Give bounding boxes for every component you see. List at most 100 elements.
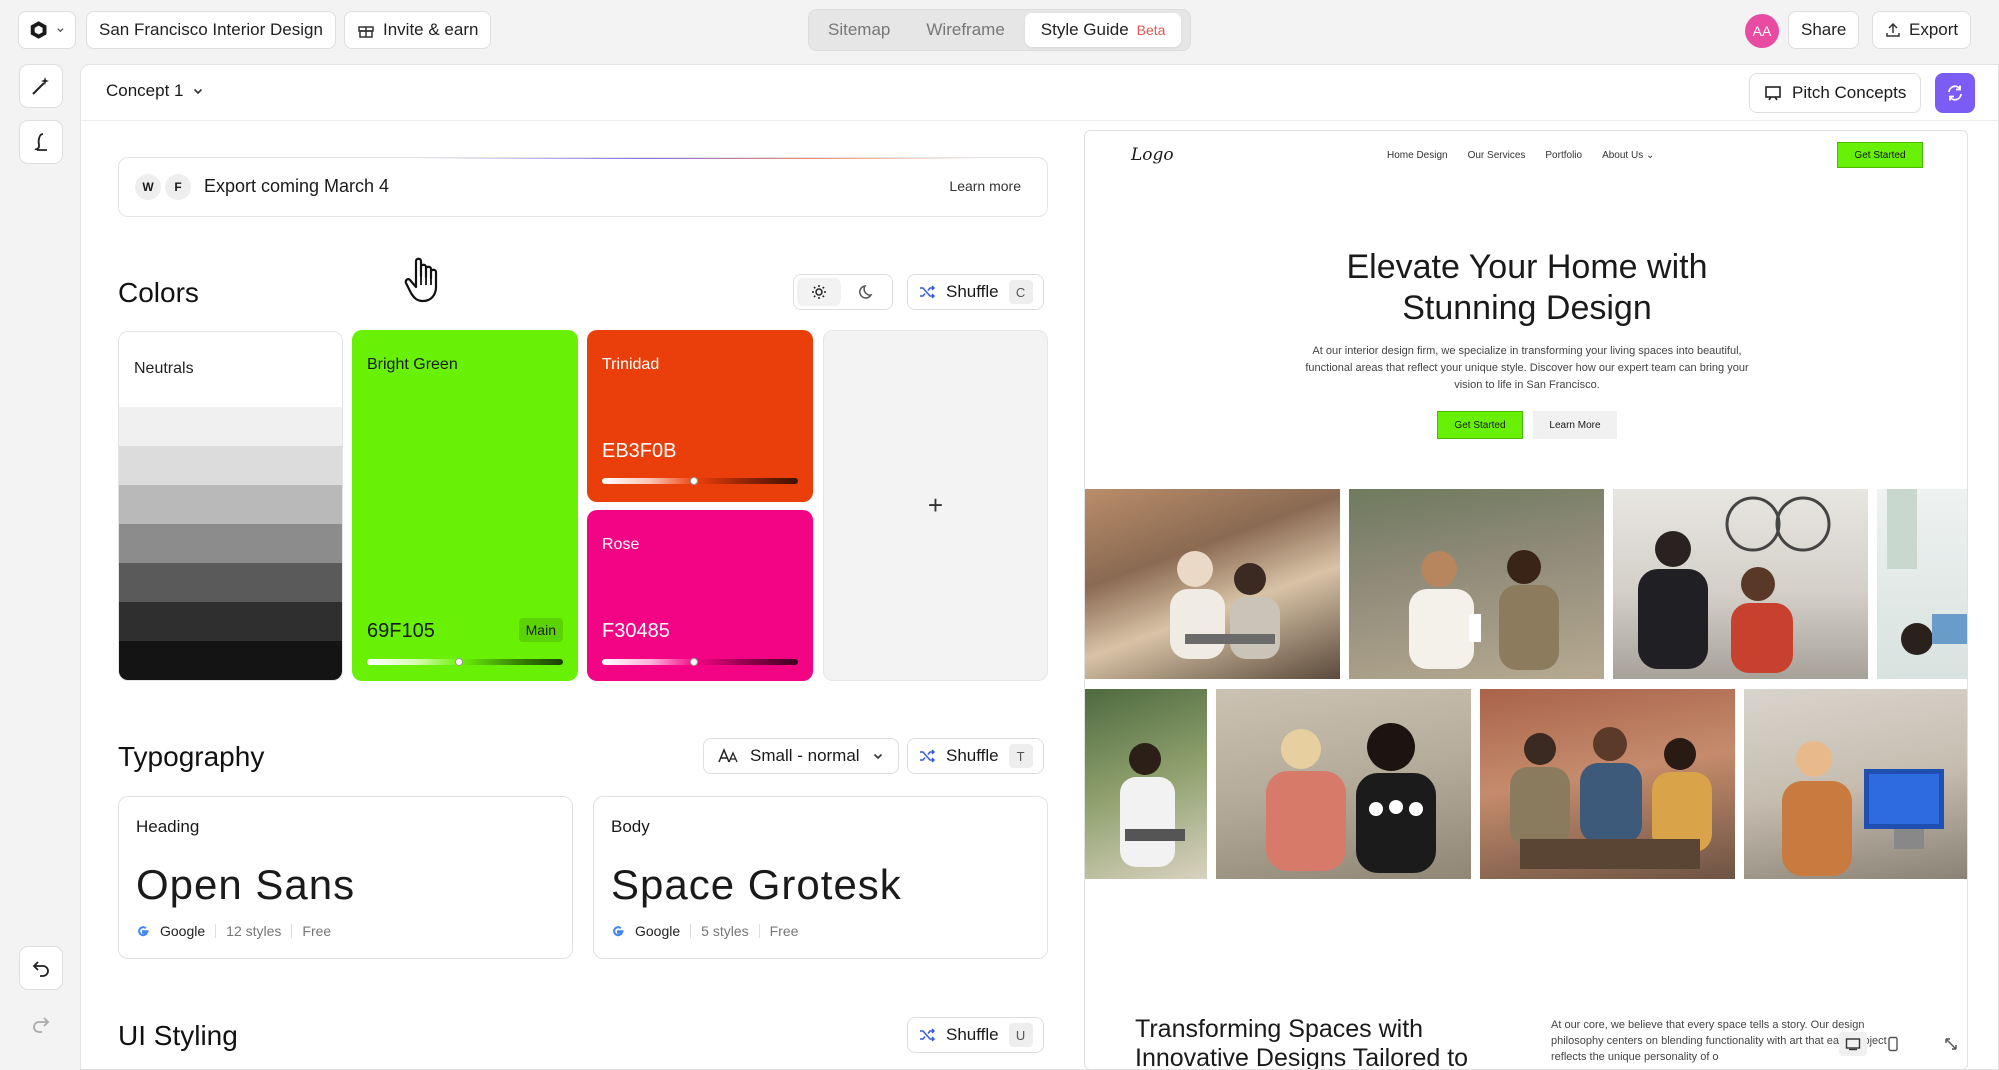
chevron-down-icon <box>193 88 202 95</box>
mobile-icon <box>1888 1036 1898 1052</box>
preview-nav-item[interactable]: Home Design <box>1387 150 1448 161</box>
google-icon <box>613 926 624 937</box>
figma-icon: F <box>165 174 191 200</box>
shuffle-label: Shuffle <box>946 746 999 765</box>
moon-icon <box>859 285 873 299</box>
invite-button[interactable]: Invite & earn <box>344 11 492 49</box>
photo-people-illustration <box>1120 743 1185 867</box>
typography-tool-button[interactable] <box>19 120 63 164</box>
project-name-button[interactable]: San Francisco Interior Design <box>86 11 336 49</box>
tab-style-guide[interactable]: Style Guide Beta <box>1024 13 1182 47</box>
tab-wireframe[interactable]: Wireframe <box>910 13 1020 47</box>
neutral-shade[interactable] <box>119 641 342 680</box>
typography-title: Typography <box>118 741 265 772</box>
mobile-view-button[interactable] <box>1879 1032 1907 1056</box>
font-size-dropdown[interactable]: Small - normal <box>703 738 899 774</box>
preview-nav-item[interactable]: Our Services <box>1468 150 1526 161</box>
neutral-shade[interactable] <box>119 602 342 641</box>
preview-photo <box>1085 689 1207 879</box>
shade-slider[interactable] <box>367 658 563 666</box>
pitch-label: Pitch Concepts <box>1792 83 1907 102</box>
presentation-icon <box>1765 86 1781 101</box>
slider-handle[interactable] <box>455 658 464 666</box>
share-label: Share <box>1801 20 1847 39</box>
tab-label: Wireframe <box>926 20 1005 39</box>
font-name: Space Grotesk <box>611 861 902 908</box>
colors-shuffle-button[interactable]: Shuffle C <box>907 274 1044 310</box>
shuffle-icon <box>920 1028 936 1042</box>
divider <box>758 924 760 938</box>
dark-mode-button[interactable] <box>845 278 889 306</box>
divider <box>291 924 293 938</box>
gift-icon <box>358 26 374 38</box>
view-switcher: Sitemap Wireframe Style Guide Beta <box>808 9 1191 51</box>
learn-more-link[interactable]: Learn more <box>949 178 1021 194</box>
shade-slider[interactable] <box>602 477 798 485</box>
avatar[interactable]: AA <box>1745 14 1779 48</box>
neutral-shade[interactable] <box>119 446 342 485</box>
neutral-shade[interactable] <box>119 524 342 563</box>
desktop-view-button[interactable] <box>1839 1032 1867 1056</box>
neutrals-card[interactable]: Neutrals <box>118 331 343 681</box>
ui-styling-shuffle-button[interactable]: Shuffle U <box>907 1017 1044 1053</box>
preview-hero-subtext: At our interior design firm, we speciali… <box>1305 345 1749 391</box>
colors-title: Colors <box>118 277 199 308</box>
refresh-icon <box>1948 85 1962 101</box>
export-button[interactable]: Export <box>1872 11 1972 49</box>
shuffle-icon <box>920 749 936 763</box>
slider-handle[interactable] <box>690 658 699 666</box>
shortcut-key: T <box>1008 744 1033 768</box>
neutral-shade[interactable] <box>119 485 342 524</box>
neutral-shade[interactable] <box>119 563 342 602</box>
preview-nav: Home Design Our Services Portfolio About… <box>1387 150 1654 161</box>
top-bar: San Francisco Interior Design Invite & e… <box>0 0 1999 60</box>
body-font-card[interactable]: Body Space Grotesk Google 5 styles Free <box>593 796 1048 959</box>
light-mode-button[interactable] <box>797 278 841 306</box>
card-hex: 69F105 <box>367 620 435 642</box>
tab-label: Style Guide <box>1040 20 1129 39</box>
regenerate-button[interactable] <box>1935 73 1975 113</box>
preview-primary-button[interactable]: Get Started <box>1437 411 1523 439</box>
preview-nav-item[interactable]: Portfolio <box>1545 150 1582 161</box>
font-name: Open Sans <box>136 861 356 908</box>
preview-secondary-button[interactable]: Learn More <box>1533 411 1617 439</box>
upload-icon <box>1886 22 1900 37</box>
neutral-shade[interactable] <box>119 407 342 446</box>
main-badge: Main <box>518 618 563 642</box>
font-styles-count: 12 styles <box>226 923 282 939</box>
heading-font-card[interactable]: Heading Open Sans Google 12 styles Free <box>118 796 573 959</box>
preview-photo <box>1613 489 1868 679</box>
photo-people-illustration <box>1266 723 1436 873</box>
sun-icon <box>812 285 826 299</box>
app-menu-button[interactable] <box>18 11 76 49</box>
chevron-down-icon <box>873 753 882 760</box>
website-preview[interactable]: Logo Home Design Our Services Portfolio … <box>1084 130 1968 1070</box>
share-button[interactable]: Share <box>1788 11 1860 49</box>
pitch-concepts-button[interactable]: Pitch Concepts <box>1749 73 1922 113</box>
tertiary-color-card[interactable]: Rose F30485 <box>587 510 813 681</box>
app-logo-icon <box>30 21 47 39</box>
preview-nav-item[interactable]: About Us ⌄ <box>1602 150 1654 161</box>
concept-selector[interactable]: Concept 1 <box>106 81 204 101</box>
redo-button[interactable] <box>19 1002 63 1046</box>
tab-label: Sitemap <box>828 20 891 39</box>
hand-cursor-icon <box>404 257 438 303</box>
preview-nav-cta[interactable]: Get Started <box>1837 142 1923 168</box>
shortcut-key: C <box>1008 280 1033 304</box>
export-label: Export <box>1909 20 1959 39</box>
undo-button[interactable] <box>19 946 63 990</box>
viewport-tools <box>1839 1032 1965 1056</box>
tab-sitemap[interactable]: Sitemap <box>812 13 906 47</box>
font-source: Google <box>635 923 681 939</box>
secondary-color-card[interactable]: Trinidad EB3F0B <box>587 330 813 502</box>
card-label: Neutrals <box>134 360 194 377</box>
slider-handle[interactable] <box>690 477 699 485</box>
typography-shuffle-button[interactable]: Shuffle T <box>907 738 1044 774</box>
primary-color-card[interactable]: Bright Green 69F105 Main <box>352 330 578 681</box>
card-label: Trinidad <box>602 356 660 373</box>
add-color-card[interactable]: + <box>823 330 1048 681</box>
shade-slider[interactable] <box>602 658 798 666</box>
redo-icon <box>33 1017 50 1033</box>
expand-button[interactable] <box>1937 1032 1965 1056</box>
magic-wand-button[interactable] <box>19 64 63 108</box>
